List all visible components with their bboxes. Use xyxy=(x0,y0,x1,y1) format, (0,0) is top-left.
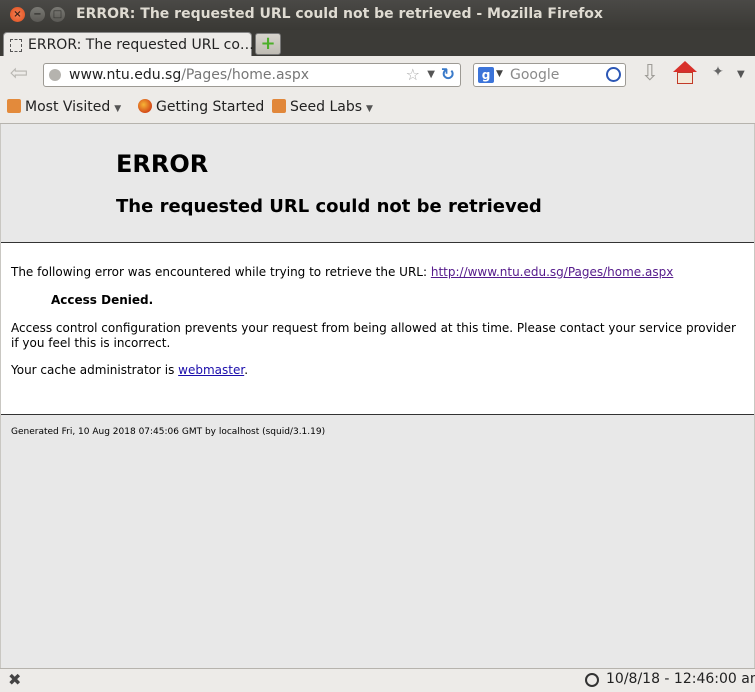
tab-label: ERROR: The requested URL co… xyxy=(28,37,254,53)
tab-error-page[interactable]: ERROR: The requested URL co… xyxy=(3,32,254,58)
chevron-down-icon: ▼ xyxy=(114,104,122,114)
download-arrow-icon[interactable]: ⇩ xyxy=(640,62,660,86)
most-visited-icon xyxy=(7,99,21,113)
bookmark-label: Getting Started xyxy=(156,99,265,115)
tab-strip: ERROR: The requested URL co… + xyxy=(0,30,755,58)
url-text[interactable]: www.ntu.edu.sg/Pages/home.aspx xyxy=(69,67,309,83)
bookmark-label: Seed Labs xyxy=(290,99,363,115)
search-bar[interactable]: g ▼ Google xyxy=(473,63,626,87)
bookmark-getting-started[interactable]: Getting Started xyxy=(138,99,264,115)
toolbar-menu-dropdown-icon[interactable]: ▼ xyxy=(737,69,745,80)
back-arrow-icon[interactable]: ⇦ xyxy=(6,62,32,86)
error-header: ERROR The requested URL could not be ret… xyxy=(1,124,754,243)
error-intro: The following error was encountered whil… xyxy=(11,265,747,280)
page-content: ERROR The requested URL could not be ret… xyxy=(0,124,755,669)
window-close-button[interactable]: × xyxy=(10,7,25,22)
bookmark-seed-labs[interactable]: Seed Labs ▼ xyxy=(272,99,373,115)
status-bar: ✖ 10/8/18 - 12:46:00 am xyxy=(0,668,755,692)
new-tab-button[interactable]: + xyxy=(255,33,281,55)
search-magnifier-icon[interactable] xyxy=(606,67,621,82)
home-icon[interactable] xyxy=(673,61,697,85)
google-engine-icon[interactable]: g xyxy=(478,67,494,83)
window-title: ERROR: The requested URL could not be re… xyxy=(76,6,603,22)
page-title: ERROR xyxy=(116,150,209,178)
access-denied-text: Access Denied. xyxy=(51,293,154,307)
clock-text: 10/8/18 - 12:46:00 am xyxy=(606,671,755,687)
folder-icon xyxy=(272,99,286,113)
firefox-icon xyxy=(138,99,152,113)
url-host: www.ntu.edu.sg xyxy=(69,67,182,83)
requested-url-link[interactable]: http://www.ntu.edu.sg/Pages/home.aspx xyxy=(431,265,673,279)
error-explanation: Access control configuration prevents yo… xyxy=(11,321,736,350)
addon-icon[interactable]: ✦ xyxy=(709,64,727,82)
page-icon xyxy=(10,39,22,52)
url-bar[interactable]: www.ntu.edu.sg/Pages/home.aspx ☆ ▼ ↻ xyxy=(43,63,461,87)
chevron-down-icon: ▼ xyxy=(366,104,373,114)
home-base xyxy=(677,72,693,84)
engine-dropdown-icon[interactable]: ▼ xyxy=(496,69,503,79)
url-path: /Pages/home.aspx xyxy=(181,67,310,83)
webmaster-link[interactable]: webmaster xyxy=(178,363,244,377)
cache-admin-line: Your cache administrator is webmaster. xyxy=(11,363,747,378)
error-footer: Generated Fri, 10 Aug 2018 07:45:06 GMT … xyxy=(1,414,754,669)
window-titlebar: × − □ ERROR: The requested URL could not… xyxy=(0,0,755,30)
generated-info: Generated Fri, 10 Aug 2018 07:45:06 GMT … xyxy=(11,427,326,437)
bookmarks-toolbar: Most Visited ▼ Getting Started Seed Labs ▼ xyxy=(0,93,755,124)
reload-icon[interactable]: ↻ xyxy=(441,65,455,85)
history-dropdown-icon[interactable]: ▼ xyxy=(427,69,435,80)
admin-text: Your cache administrator is xyxy=(11,363,179,377)
page-subtitle: The requested URL could not be retrieved xyxy=(116,196,542,217)
home-roof xyxy=(673,61,697,72)
bookmark-most-visited[interactable]: Most Visited ▼ xyxy=(7,99,121,115)
navigation-toolbar: ⇦ www.ntu.edu.sg/Pages/home.aspx ☆ ▼ ↻ g… xyxy=(0,56,755,93)
intro-text: The following error was encountered whil… xyxy=(11,265,431,279)
close-icon[interactable]: ✖ xyxy=(8,670,21,689)
window-maximize-button[interactable]: □ xyxy=(50,7,65,22)
admin-end: . xyxy=(244,363,249,377)
bookmark-star-icon[interactable]: ☆ xyxy=(406,65,420,84)
search-input[interactable]: Google xyxy=(510,67,559,83)
globe-icon xyxy=(49,69,61,81)
bookmark-label: Most Visited xyxy=(25,99,111,115)
clock-icon xyxy=(585,673,599,687)
window-minimize-button[interactable]: − xyxy=(30,7,45,22)
